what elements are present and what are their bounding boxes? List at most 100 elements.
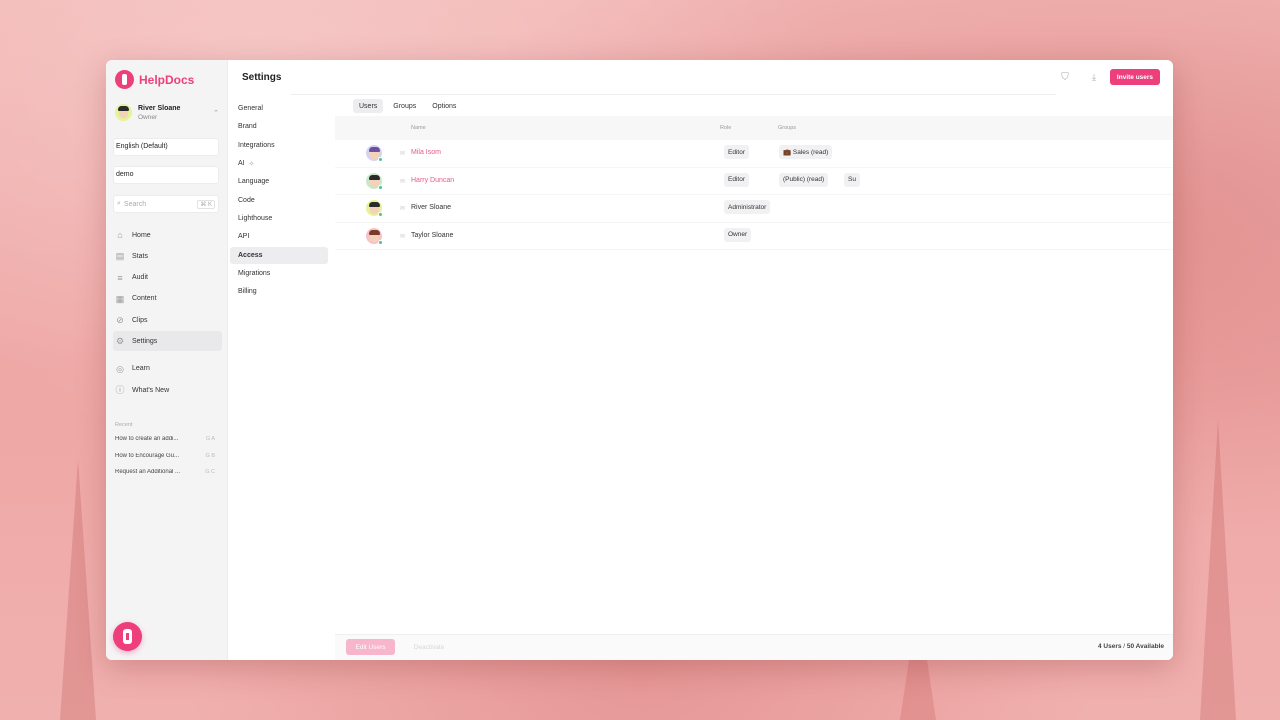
nav-label: Settings — [132, 337, 158, 345]
column-header-name[interactable]: Name — [411, 125, 426, 131]
user-avatar — [366, 227, 383, 245]
users-table: Name Role Groups ✉ Mila Isom Editor 💼 Sa… — [335, 116, 1173, 250]
search-placeholder: Search — [123, 200, 147, 208]
users-available: 50 Available — [1126, 643, 1164, 650]
search-input[interactable]: ⌕ Search ⌘ K — [113, 195, 219, 213]
recent-title: Recent — [115, 422, 133, 428]
settings-item-migrations[interactable]: Migrations — [230, 265, 328, 282]
brand[interactable]: HelpDocs — [115, 70, 194, 89]
recent-item[interactable]: Request an Additional ... G C — [115, 469, 215, 475]
nav-item-audit[interactable]: ≡ Audit — [113, 268, 222, 288]
recent-item-key: G B — [205, 453, 215, 459]
settings-item-integrations[interactable]: Integrations — [230, 137, 328, 154]
nav-label: Stats — [132, 252, 148, 260]
chevron-updown-icon: ⌃ — [213, 109, 219, 117]
mail-icon: ✉ — [400, 178, 406, 185]
recent-item-title: How to Encourage Gu... — [115, 453, 180, 459]
download-icon[interactable]: ⤓ — [1088, 72, 1100, 84]
recent-item[interactable]: How to Encourage Gu... G B — [115, 453, 215, 459]
group-badge: 💼 Sales (read) — [779, 145, 833, 159]
nav-item-clips[interactable]: ⊘ Clips — [113, 310, 222, 330]
search-icon: ⌕ — [117, 200, 121, 207]
role-badge[interactable]: Editor — [724, 145, 749, 159]
column-header-groups[interactable]: Groups — [778, 125, 796, 131]
mail-icon: ✉ — [400, 233, 406, 240]
user-menu[interactable]: River Sloane Owner ⌃ — [115, 104, 219, 121]
table-footer: Edit Users Deactivate 4 Users / 50 Avail… — [335, 634, 1173, 660]
language-select[interactable]: English (Default) — [113, 138, 219, 156]
column-header-role[interactable]: Role — [720, 125, 731, 131]
user-name: Taylor Sloane — [411, 231, 454, 239]
settings-item-label: AI — [238, 160, 245, 168]
user-role: Owner — [138, 113, 158, 121]
settings-item-billing[interactable]: Billing — [230, 283, 328, 300]
filter-icon[interactable]: ⛉ — [1059, 72, 1071, 84]
role-badge[interactable]: Administrator — [724, 200, 771, 214]
stats-icon: ▤ — [115, 251, 125, 262]
table-header: Name Role Groups — [335, 116, 1173, 140]
brand-name: HelpDocs — [139, 72, 195, 87]
app-window: HelpDocs River Sloane Owner ⌃ English (D… — [106, 60, 1173, 660]
nav-item-home[interactable]: ⌂ Home — [113, 225, 222, 245]
role-badge[interactable]: Owner — [724, 227, 752, 242]
nav-label: What's New — [132, 386, 170, 394]
main-nav: ⌂ Home ▤ Stats ≡ Audit ▦ Content ⊘ Clips… — [113, 225, 222, 401]
settings-item-brand[interactable]: Brand — [230, 118, 328, 135]
table-row[interactable]: ✉ Harry Duncan Editor (Public) (read) Su — [335, 168, 1173, 195]
app-sidebar: HelpDocs River Sloane Owner ⌃ English (D… — [106, 60, 228, 660]
settings-item-ai[interactable]: AI ✧ — [230, 155, 328, 172]
deactivate-button[interactable]: Deactivate — [401, 639, 457, 655]
table-row[interactable]: ✉ Taylor Sloane Owner — [335, 223, 1173, 250]
nav-label: Content — [132, 295, 157, 303]
tab-groups[interactable]: Groups — [387, 99, 422, 113]
settings-item-language[interactable]: Language — [230, 173, 328, 190]
tab-users[interactable]: Users — [353, 99, 384, 113]
nav-item-content[interactable]: ▦ Content — [113, 289, 222, 309]
user-name: River Sloane — [411, 204, 452, 211]
settings-item-code[interactable]: Code — [230, 192, 328, 209]
nav-item-settings[interactable]: ⚙ Settings — [113, 331, 222, 352]
role-badge[interactable]: Editor — [724, 172, 749, 187]
mail-icon: ✉ — [400, 151, 406, 157]
mail-icon: ✉ — [400, 206, 406, 212]
home-icon: ⌂ — [117, 230, 123, 240]
recent-item[interactable]: How to create an addi... G A — [115, 436, 215, 442]
status-dot — [378, 239, 383, 245]
access-tabs: Users Groups Options — [353, 99, 462, 113]
user-avatar — [366, 145, 383, 162]
group-badge: Su — [844, 172, 860, 187]
table-row[interactable]: ✉ River Sloane Administrator — [335, 195, 1173, 223]
user-avatar — [366, 172, 383, 190]
group-badge: (Public) (read) — [779, 172, 829, 187]
clip-icon: ⊘ — [116, 315, 124, 326]
settings-item-api[interactable]: API — [230, 228, 328, 245]
recent-item-key: G A — [205, 436, 215, 442]
settings-item-general[interactable]: General — [230, 100, 328, 117]
nav-item-stats[interactable]: ▤ Stats — [113, 246, 222, 266]
edit-users-button[interactable]: Edit Users — [346, 639, 395, 655]
settings-item-lighthouse[interactable]: Lighthouse — [230, 210, 328, 227]
recent-item-title: Request an Additional ... — [115, 469, 181, 475]
status-dot — [378, 184, 383, 190]
nav-label: Learn — [132, 365, 150, 373]
audit-icon: ≡ — [117, 272, 123, 283]
content-icon: ▦ — [115, 293, 125, 304]
status-dot — [378, 212, 383, 217]
info-icon: ⓘ — [115, 385, 125, 396]
recent-item-key: G C — [205, 469, 215, 475]
invite-users-button[interactable]: Invite users — [1110, 69, 1160, 85]
table-row[interactable]: ✉ Mila Isom Editor 💼 Sales (read) — [335, 140, 1173, 168]
nav-item-whats-new[interactable]: ⓘ What's New — [113, 380, 222, 400]
help-button[interactable] — [113, 622, 142, 651]
site-select[interactable]: demo — [113, 166, 219, 184]
page-title: Settings — [242, 72, 282, 83]
gear-icon: ⚙ — [115, 336, 125, 347]
settings-item-access[interactable]: Access — [230, 246, 328, 264]
nav-item-learn[interactable]: ◎ Learn — [113, 359, 222, 379]
search-shortcut: ⌘ K — [197, 199, 215, 209]
tab-options[interactable]: Options — [426, 99, 462, 113]
user-name: Harry Duncan — [411, 176, 455, 184]
status-dot — [378, 157, 383, 162]
nav-label: Clips — [132, 316, 148, 324]
user-name: Mila Isom — [411, 149, 441, 156]
